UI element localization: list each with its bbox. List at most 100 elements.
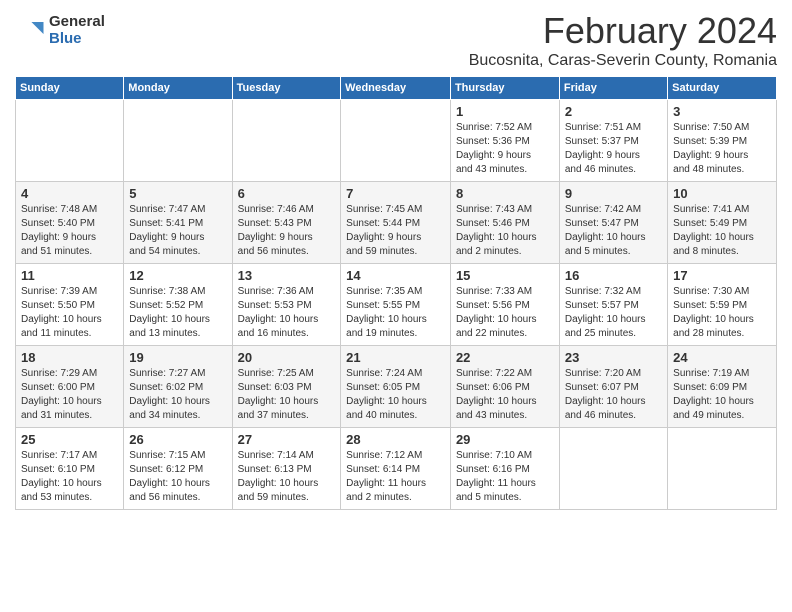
cell-daylight-info: Sunrise: 7:19 AM Sunset: 6:09 PM Dayligh… — [673, 367, 771, 423]
day-header-sunday: Sunday — [16, 77, 124, 100]
cell-daylight-info: Sunrise: 7:39 AM Sunset: 5:50 PM Dayligh… — [21, 285, 118, 341]
calendar-week-row: 18Sunrise: 7:29 AM Sunset: 6:00 PM Dayli… — [16, 346, 777, 428]
calendar-cell: 15 Sunrise: 7:33 AM Sunset: 5:56 PM Dayli… — [450, 264, 559, 346]
cell-daylight-info: Sunrise: 7:48 AM Sunset: 5:40 PM Dayligh… — [21, 203, 118, 259]
logo-text: General Blue — [49, 14, 105, 47]
cell-date-number: 28 — [346, 432, 445, 447]
calendar-cell: 4 Sunrise: 7:48 AM Sunset: 5:40 PM Daylig… — [16, 182, 124, 264]
cell-date-number: 16 — [565, 268, 662, 283]
calendar-cell: 17 Sunrise: 7:30 AM Sunset: 5:59 PM Dayli… — [668, 264, 777, 346]
cell-date-number: 4 — [21, 186, 118, 201]
calendar-table: SundayMondayTuesdayWednesdayThursdayFrid… — [15, 76, 777, 510]
calendar-week-row: 11 Sunrise: 7:39 AM Sunset: 5:50 PM Dayli… — [16, 264, 777, 346]
cell-daylight-info: Sunrise: 7:36 AM Sunset: 5:53 PM Dayligh… — [238, 285, 336, 341]
cell-daylight-info: Sunrise: 7:32 AM Sunset: 5:57 PM Dayligh… — [565, 285, 662, 341]
cell-date-number: 5 — [129, 186, 226, 201]
cell-date-number: 2 — [565, 104, 662, 119]
calendar-cell: 19Sunrise: 7:27 AM Sunset: 6:02 PM Dayli… — [124, 346, 232, 428]
cell-daylight-info: Sunrise: 7:17 AM Sunset: 6:10 PM Dayligh… — [21, 449, 118, 505]
cell-daylight-info: Sunrise: 7:52 AM Sunset: 5:36 PM Dayligh… — [456, 121, 554, 177]
cell-daylight-info: Sunrise: 7:25 AM Sunset: 6:03 PM Dayligh… — [238, 367, 336, 423]
calendar-cell: 5 Sunrise: 7:47 AM Sunset: 5:41 PM Daylig… — [124, 182, 232, 264]
calendar-cell — [341, 100, 451, 182]
calendar-week-row: 1Sunrise: 7:52 AM Sunset: 5:36 PM Daylig… — [16, 100, 777, 182]
calendar-week-row: 25 Sunrise: 7:17 AM Sunset: 6:10 PM Dayli… — [16, 428, 777, 510]
cell-date-number: 10 — [673, 186, 771, 201]
cell-date-number: 11 — [21, 268, 118, 283]
cell-date-number: 7 — [346, 186, 445, 201]
calendar-cell: 29 Sunrise: 7:10 AM Sunset: 6:16 PM Dayli… — [450, 428, 559, 510]
cell-date-number: 3 — [673, 104, 771, 119]
cell-date-number: 20 — [238, 350, 336, 365]
day-header-wednesday: Wednesday — [341, 77, 451, 100]
cell-date-number: 25 — [21, 432, 118, 447]
cell-daylight-info: Sunrise: 7:10 AM Sunset: 6:16 PM Dayligh… — [456, 449, 554, 505]
calendar-cell: 13 Sunrise: 7:36 AM Sunset: 5:53 PM Dayli… — [232, 264, 341, 346]
calendar-cell: 14 Sunrise: 7:35 AM Sunset: 5:55 PM Dayli… — [341, 264, 451, 346]
calendar-cell: 25 Sunrise: 7:17 AM Sunset: 6:10 PM Dayli… — [16, 428, 124, 510]
calendar-cell: 16 Sunrise: 7:32 AM Sunset: 5:57 PM Dayli… — [559, 264, 667, 346]
calendar-cell — [232, 100, 341, 182]
logo: General Blue — [15, 14, 105, 47]
cell-daylight-info: Sunrise: 7:30 AM Sunset: 5:59 PM Dayligh… — [673, 285, 771, 341]
cell-daylight-info: Sunrise: 7:46 AM Sunset: 5:43 PM Dayligh… — [238, 203, 336, 259]
cell-daylight-info: Sunrise: 7:33 AM Sunset: 5:56 PM Dayligh… — [456, 285, 554, 341]
logo-icon — [15, 16, 45, 46]
calendar-cell: 21Sunrise: 7:24 AM Sunset: 6:05 PM Dayli… — [341, 346, 451, 428]
cell-date-number: 8 — [456, 186, 554, 201]
location-subtitle: Bucosnita, Caras-Severin County, Romania — [469, 52, 777, 70]
cell-daylight-info: Sunrise: 7:27 AM Sunset: 6:02 PM Dayligh… — [129, 367, 226, 423]
title-block: February 2024 Bucosnita, Caras-Severin C… — [469, 10, 777, 70]
calendar-cell: 22Sunrise: 7:22 AM Sunset: 6:06 PM Dayli… — [450, 346, 559, 428]
cell-daylight-info: Sunrise: 7:47 AM Sunset: 5:41 PM Dayligh… — [129, 203, 226, 259]
page-header: General Blue February 2024 Bucosnita, Ca… — [15, 10, 777, 70]
cell-date-number: 22 — [456, 350, 554, 365]
calendar-cell: 7Sunrise: 7:45 AM Sunset: 5:44 PM Daylig… — [341, 182, 451, 264]
calendar-cell — [124, 100, 232, 182]
day-header-thursday: Thursday — [450, 77, 559, 100]
month-title: February 2024 — [469, 10, 777, 52]
calendar-cell: 9 Sunrise: 7:42 AM Sunset: 5:47 PM Daylig… — [559, 182, 667, 264]
calendar-cell: 8 Sunrise: 7:43 AM Sunset: 5:46 PM Daylig… — [450, 182, 559, 264]
cell-daylight-info: Sunrise: 7:12 AM Sunset: 6:14 PM Dayligh… — [346, 449, 445, 505]
cell-date-number: 6 — [238, 186, 336, 201]
calendar-cell — [16, 100, 124, 182]
calendar-cell: 20 Sunrise: 7:25 AM Sunset: 6:03 PM Dayli… — [232, 346, 341, 428]
day-header-saturday: Saturday — [668, 77, 777, 100]
cell-daylight-info: Sunrise: 7:29 AM Sunset: 6:00 PM Dayligh… — [21, 367, 118, 423]
calendar-cell — [559, 428, 667, 510]
calendar-week-row: 4 Sunrise: 7:48 AM Sunset: 5:40 PM Daylig… — [16, 182, 777, 264]
day-header-friday: Friday — [559, 77, 667, 100]
calendar-cell: 23Sunrise: 7:20 AM Sunset: 6:07 PM Dayli… — [559, 346, 667, 428]
cell-daylight-info: Sunrise: 7:50 AM Sunset: 5:39 PM Dayligh… — [673, 121, 771, 177]
calendar-cell: 3 Sunrise: 7:50 AM Sunset: 5:39 PM Daylig… — [668, 100, 777, 182]
cell-daylight-info: Sunrise: 7:42 AM Sunset: 5:47 PM Dayligh… — [565, 203, 662, 259]
calendar-cell: 2Sunrise: 7:51 AM Sunset: 5:37 PM Daylig… — [559, 100, 667, 182]
day-header-tuesday: Tuesday — [232, 77, 341, 100]
cell-date-number: 14 — [346, 268, 445, 283]
cell-date-number: 24 — [673, 350, 771, 365]
calendar-cell: 27Sunrise: 7:14 AM Sunset: 6:13 PM Dayli… — [232, 428, 341, 510]
logo-general: General — [49, 14, 105, 31]
cell-daylight-info: Sunrise: 7:15 AM Sunset: 6:12 PM Dayligh… — [129, 449, 226, 505]
cell-daylight-info: Sunrise: 7:43 AM Sunset: 5:46 PM Dayligh… — [456, 203, 554, 259]
cell-date-number: 23 — [565, 350, 662, 365]
calendar-cell: 6 Sunrise: 7:46 AM Sunset: 5:43 PM Daylig… — [232, 182, 341, 264]
cell-date-number: 13 — [238, 268, 336, 283]
cell-date-number: 21 — [346, 350, 445, 365]
cell-date-number: 15 — [456, 268, 554, 283]
day-header-monday: Monday — [124, 77, 232, 100]
calendar-cell — [668, 428, 777, 510]
cell-date-number: 9 — [565, 186, 662, 201]
cell-daylight-info: Sunrise: 7:35 AM Sunset: 5:55 PM Dayligh… — [346, 285, 445, 341]
cell-date-number: 12 — [129, 268, 226, 283]
calendar-cell: 24 Sunrise: 7:19 AM Sunset: 6:09 PM Dayli… — [668, 346, 777, 428]
calendar-cell: 26Sunrise: 7:15 AM Sunset: 6:12 PM Dayli… — [124, 428, 232, 510]
calendar-cell: 28 Sunrise: 7:12 AM Sunset: 6:14 PM Dayli… — [341, 428, 451, 510]
calendar-cell: 11 Sunrise: 7:39 AM Sunset: 5:50 PM Dayli… — [16, 264, 124, 346]
cell-daylight-info: Sunrise: 7:41 AM Sunset: 5:49 PM Dayligh… — [673, 203, 771, 259]
cell-date-number: 29 — [456, 432, 554, 447]
cell-date-number: 17 — [673, 268, 771, 283]
calendar-cell: 18Sunrise: 7:29 AM Sunset: 6:00 PM Dayli… — [16, 346, 124, 428]
calendar-cell: 12Sunrise: 7:38 AM Sunset: 5:52 PM Dayli… — [124, 264, 232, 346]
